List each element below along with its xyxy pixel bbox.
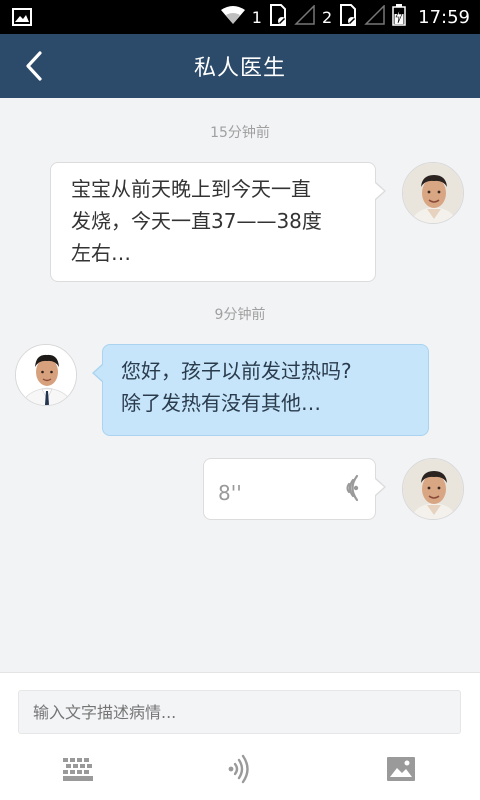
message-input[interactable] (18, 690, 461, 734)
doctor-avatar[interactable] (15, 344, 77, 406)
voice-icon (228, 754, 249, 784)
voice-wave-icon (339, 473, 361, 512)
nav-bar: 私人医生 (0, 34, 480, 98)
voice-button[interactable] (218, 753, 258, 785)
voice-message-bubble[interactable]: 8'' (203, 458, 386, 520)
image-icon (387, 757, 415, 781)
sim2-signal-icon (364, 4, 386, 29)
patient-message-bubble[interactable]: 宝宝从前天晚上到今天一直 发烧，今天一直37——38度 左右… (50, 162, 386, 282)
timestamp: 15分钟前 (210, 125, 270, 141)
status-time: 17:59 (418, 6, 470, 28)
message-line: 左右… (71, 241, 131, 265)
sim2-card-icon (338, 4, 358, 30)
doctor-message-bubble[interactable]: 您好，孩子以前发过热吗? 除了发热有没有其他… (92, 344, 429, 436)
input-panel (0, 672, 480, 800)
patient-avatar[interactable] (402, 458, 464, 520)
status-icons: 1 2 17:59 (220, 0, 470, 34)
keyboard-button[interactable] (58, 753, 98, 785)
sim1-card-icon (268, 4, 288, 30)
chat-area[interactable]: 15分钟前 宝宝从前天晚上到今天一直 发烧，今天一直37——38度 左右… 9分… (0, 98, 480, 672)
message-line: 除了发热有没有其他… (121, 391, 321, 415)
page-title: 私人医生 (193, 56, 286, 81)
status-bar: 1 2 17:59 (0, 0, 480, 34)
chevron-left-icon (26, 51, 42, 81)
battery-icon (392, 4, 406, 30)
message-line: 您好，孩子以前发过热吗? (121, 359, 352, 383)
sim1-signal-icon (294, 4, 316, 29)
keyboard-icon (63, 758, 93, 781)
gallery-notification-icon (12, 8, 32, 30)
image-button[interactable] (381, 753, 421, 785)
sim2-label: 2 (321, 7, 333, 27)
message-line: 发烧，今天一直37——38度 (71, 209, 322, 233)
timestamp: 9分钟前 (214, 307, 266, 323)
screen: 1 2 17:59 私人医生 15分钟前 宝宝从前天晚上到今天一直 发烧，今天一… (0, 0, 480, 800)
patient-avatar[interactable] (402, 162, 464, 224)
back-button[interactable] (14, 44, 54, 88)
wifi-icon (220, 5, 246, 29)
voice-duration: 8'' (218, 481, 242, 505)
sim1-label: 1 (251, 7, 262, 27)
message-line: 宝宝从前天晚上到今天一直 (71, 177, 311, 201)
